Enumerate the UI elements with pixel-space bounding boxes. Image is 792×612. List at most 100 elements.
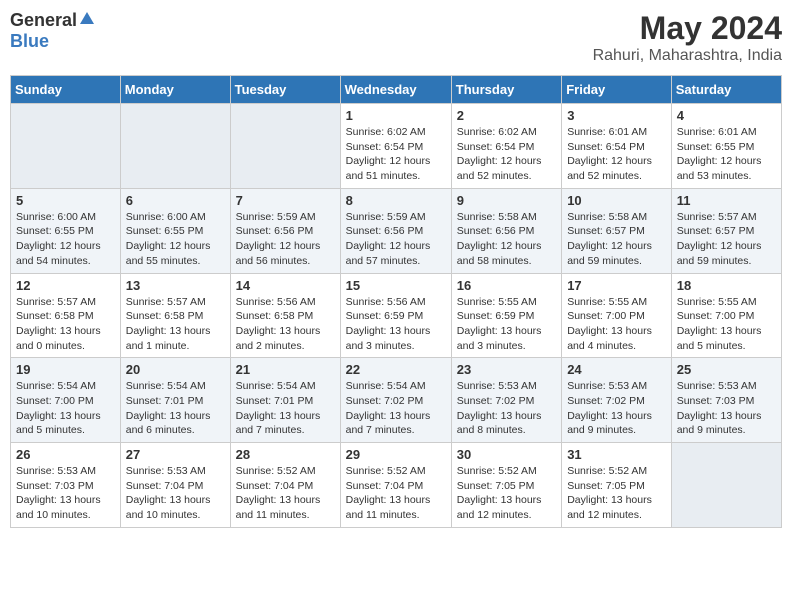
day-info: Sunrise: 6:02 AM Sunset: 6:54 PM Dayligh… xyxy=(346,125,446,184)
weekday-header-tuesday: Tuesday xyxy=(230,76,340,104)
calendar-cell: 6Sunrise: 6:00 AM Sunset: 6:55 PM Daylig… xyxy=(120,188,230,273)
weekday-header-sunday: Sunday xyxy=(11,76,121,104)
calendar-cell: 19 Sunrise: 5:54 AM Sunset: 7:00 PM Dayli… xyxy=(11,358,121,443)
title-block: May 2024 Rahuri, Maharashtra, India xyxy=(593,10,782,65)
day-info: Sunrise: 5:55 AM Sunset: 7:00 PM Dayligh… xyxy=(677,295,776,354)
day-number: 17 xyxy=(567,278,666,293)
day-info: Sunrise: 6:01 AM Sunset: 6:54 PM Dayligh… xyxy=(567,125,666,184)
day-number: 21 xyxy=(236,362,335,377)
calendar-cell: 30 Sunrise: 5:52 AM Sunset: 7:05 PM Dayli… xyxy=(451,443,561,528)
calendar-week-4: 19 Sunrise: 5:54 AM Sunset: 7:00 PM Dayli… xyxy=(11,358,782,443)
calendar-cell: 21 Sunrise: 5:54 AM Sunset: 7:01 PM Dayli… xyxy=(230,358,340,443)
calendar-week-1: 1 Sunrise: 6:02 AM Sunset: 6:54 PM Daylig… xyxy=(11,104,782,189)
day-info: Sunrise: 5:55 AM Sunset: 6:59 PM Dayligh… xyxy=(457,295,556,354)
day-info: Sunrise: 5:53 AM Sunset: 7:03 PM Dayligh… xyxy=(677,379,776,438)
day-number: 30 xyxy=(457,447,556,462)
day-number: 4 xyxy=(677,108,776,123)
calendar-cell: 20 Sunrise: 5:54 AM Sunset: 7:01 PM Dayli… xyxy=(120,358,230,443)
day-info: Sunrise: 5:56 AM Sunset: 6:59 PM Dayligh… xyxy=(346,295,446,354)
calendar-cell: 5 Sunrise: 6:00 AM Sunset: 6:55 PM Daylig… xyxy=(11,188,121,273)
day-info: Sunrise: 5:54 AM Sunset: 7:01 PM Dayligh… xyxy=(126,379,225,438)
day-number: 19 xyxy=(16,362,115,377)
day-number: 13 xyxy=(126,278,225,293)
weekday-header-row: SundayMondayTuesdayWednesdayThursdayFrid… xyxy=(11,76,782,104)
page-header: General Blue May 2024 Rahuri, Maharashtr… xyxy=(10,10,782,65)
day-number: 2 xyxy=(457,108,556,123)
logo-blue: Blue xyxy=(10,31,49,52)
calendar-cell xyxy=(120,104,230,189)
calendar-cell: 25 Sunrise: 5:53 AM Sunset: 7:03 PM Dayli… xyxy=(671,358,781,443)
calendar-cell: 13Sunrise: 5:57 AM Sunset: 6:58 PM Dayli… xyxy=(120,273,230,358)
calendar-cell: 3 Sunrise: 6:01 AM Sunset: 6:54 PM Daylig… xyxy=(562,104,672,189)
calendar-body: 1 Sunrise: 6:02 AM Sunset: 6:54 PM Daylig… xyxy=(11,104,782,528)
calendar-cell: 16 Sunrise: 5:55 AM Sunset: 6:59 PM Dayli… xyxy=(451,273,561,358)
day-info: Sunrise: 5:56 AM Sunset: 6:58 PM Dayligh… xyxy=(236,295,335,354)
day-info: Sunrise: 6:00 AM Sunset: 6:55 PM Dayligh… xyxy=(16,210,115,269)
calendar-week-5: 26 Sunrise: 5:53 AM Sunset: 7:03 PM Dayli… xyxy=(11,443,782,528)
weekday-header-friday: Friday xyxy=(562,76,672,104)
day-number: 23 xyxy=(457,362,556,377)
day-number: 16 xyxy=(457,278,556,293)
calendar-cell: 28Sunrise: 5:52 AM Sunset: 7:04 PM Dayli… xyxy=(230,443,340,528)
day-info: Sunrise: 5:55 AM Sunset: 7:00 PM Dayligh… xyxy=(567,295,666,354)
day-number: 6 xyxy=(126,193,225,208)
day-number: 3 xyxy=(567,108,666,123)
calendar-cell: 4Sunrise: 6:01 AM Sunset: 6:55 PM Daylig… xyxy=(671,104,781,189)
calendar-cell xyxy=(11,104,121,189)
calendar-cell: 17 Sunrise: 5:55 AM Sunset: 7:00 PM Dayli… xyxy=(562,273,672,358)
day-number: 14 xyxy=(236,278,335,293)
calendar-cell: 18Sunrise: 5:55 AM Sunset: 7:00 PM Dayli… xyxy=(671,273,781,358)
calendar-cell: 15 Sunrise: 5:56 AM Sunset: 6:59 PM Dayli… xyxy=(340,273,451,358)
day-info: Sunrise: 5:53 AM Sunset: 7:03 PM Dayligh… xyxy=(16,464,115,523)
day-number: 22 xyxy=(346,362,446,377)
weekday-header-wednesday: Wednesday xyxy=(340,76,451,104)
day-info: Sunrise: 5:54 AM Sunset: 7:02 PM Dayligh… xyxy=(346,379,446,438)
weekday-header-thursday: Thursday xyxy=(451,76,561,104)
day-number: 25 xyxy=(677,362,776,377)
logo: General Blue xyxy=(10,10,95,52)
weekday-header-saturday: Saturday xyxy=(671,76,781,104)
day-info: Sunrise: 5:52 AM Sunset: 7:05 PM Dayligh… xyxy=(457,464,556,523)
day-info: Sunrise: 5:53 AM Sunset: 7:02 PM Dayligh… xyxy=(567,379,666,438)
calendar-cell: 2Sunrise: 6:02 AM Sunset: 6:54 PM Daylig… xyxy=(451,104,561,189)
day-number: 20 xyxy=(126,362,225,377)
day-number: 9 xyxy=(457,193,556,208)
day-info: Sunrise: 5:57 AM Sunset: 6:58 PM Dayligh… xyxy=(16,295,115,354)
calendar-cell: 22 Sunrise: 5:54 AM Sunset: 7:02 PM Dayli… xyxy=(340,358,451,443)
calendar-cell: 9 Sunrise: 5:58 AM Sunset: 6:56 PM Daylig… xyxy=(451,188,561,273)
day-info: Sunrise: 5:54 AM Sunset: 7:00 PM Dayligh… xyxy=(16,379,115,438)
day-number: 7 xyxy=(236,193,335,208)
day-info: Sunrise: 5:54 AM Sunset: 7:01 PM Dayligh… xyxy=(236,379,335,438)
calendar-cell xyxy=(671,443,781,528)
calendar-cell: 14 Sunrise: 5:56 AM Sunset: 6:58 PM Dayli… xyxy=(230,273,340,358)
day-number: 8 xyxy=(346,193,446,208)
day-info: Sunrise: 5:59 AM Sunset: 6:56 PM Dayligh… xyxy=(236,210,335,269)
day-info: Sunrise: 5:58 AM Sunset: 6:56 PM Dayligh… xyxy=(457,210,556,269)
calendar-cell: 23 Sunrise: 5:53 AM Sunset: 7:02 PM Dayli… xyxy=(451,358,561,443)
day-number: 27 xyxy=(126,447,225,462)
calendar-cell: 12 Sunrise: 5:57 AM Sunset: 6:58 PM Dayli… xyxy=(11,273,121,358)
day-info: Sunrise: 5:53 AM Sunset: 7:02 PM Dayligh… xyxy=(457,379,556,438)
calendar-cell: 1 Sunrise: 6:02 AM Sunset: 6:54 PM Daylig… xyxy=(340,104,451,189)
calendar-week-2: 5 Sunrise: 6:00 AM Sunset: 6:55 PM Daylig… xyxy=(11,188,782,273)
day-number: 10 xyxy=(567,193,666,208)
calendar-week-3: 12 Sunrise: 5:57 AM Sunset: 6:58 PM Dayli… xyxy=(11,273,782,358)
page-title: May 2024 xyxy=(593,10,782,47)
day-number: 29 xyxy=(346,447,446,462)
day-number: 15 xyxy=(346,278,446,293)
day-number: 26 xyxy=(16,447,115,462)
calendar-cell: 27 Sunrise: 5:53 AM Sunset: 7:04 PM Dayli… xyxy=(120,443,230,528)
calendar-cell: 24Sunrise: 5:53 AM Sunset: 7:02 PM Dayli… xyxy=(562,358,672,443)
day-info: Sunrise: 5:59 AM Sunset: 6:56 PM Dayligh… xyxy=(346,210,446,269)
day-info: Sunrise: 5:58 AM Sunset: 6:57 PM Dayligh… xyxy=(567,210,666,269)
logo-icon xyxy=(79,10,95,31)
day-number: 12 xyxy=(16,278,115,293)
day-number: 5 xyxy=(16,193,115,208)
day-info: Sunrise: 5:53 AM Sunset: 7:04 PM Dayligh… xyxy=(126,464,225,523)
calendar-header: SundayMondayTuesdayWednesdayThursdayFrid… xyxy=(11,76,782,104)
day-number: 31 xyxy=(567,447,666,462)
calendar-cell: 7 Sunrise: 5:59 AM Sunset: 6:56 PM Daylig… xyxy=(230,188,340,273)
day-info: Sunrise: 5:52 AM Sunset: 7:04 PM Dayligh… xyxy=(236,464,335,523)
day-number: 1 xyxy=(346,108,446,123)
weekday-header-monday: Monday xyxy=(120,76,230,104)
